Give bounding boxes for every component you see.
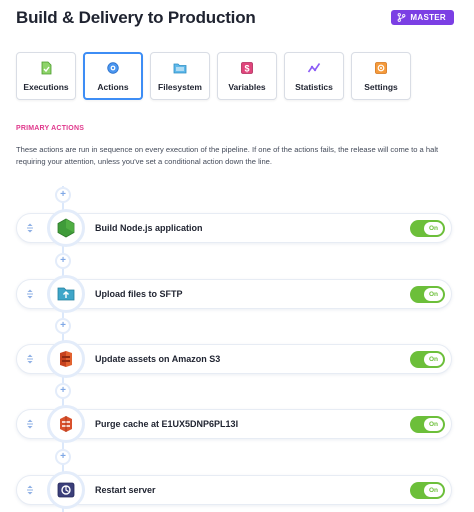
toggle-label: On <box>424 353 443 366</box>
action-toggle[interactable]: On <box>410 351 445 368</box>
tab-label: Actions <box>97 82 129 92</box>
action-name: Build Node.js application <box>95 223 203 233</box>
executions-icon <box>41 61 52 75</box>
tab-filesystem[interactable]: Filesystem <box>150 52 210 100</box>
tab-executions[interactable]: Executions <box>16 52 76 100</box>
action-name: Update assets on Amazon S3 <box>95 354 221 364</box>
tab-label: Variables <box>228 82 266 92</box>
page-title: Build & Delivery to Production <box>16 8 256 27</box>
toggle-label: On <box>424 222 443 235</box>
tab-label: Settings <box>364 82 398 92</box>
drag-handle-icon[interactable] <box>25 485 35 495</box>
plus-icon: + <box>60 189 66 200</box>
sftp-icon <box>57 287 75 301</box>
svg-text:$: $ <box>244 64 249 74</box>
action-toggle[interactable]: On <box>410 416 445 433</box>
branch-icon <box>398 13 406 22</box>
section-description: These actions are run in sequence on eve… <box>16 145 439 166</box>
action-row[interactable]: Purge cache at E1UX5DNP6PL13I On <box>16 405 452 443</box>
tab-statistics[interactable]: Statistics <box>284 52 344 100</box>
add-action-button[interactable]: + <box>55 318 71 334</box>
plus-icon: + <box>60 385 66 396</box>
drag-handle-icon[interactable] <box>25 223 35 233</box>
drag-handle-icon[interactable] <box>25 419 35 429</box>
add-action-button[interactable]: + <box>55 187 71 203</box>
add-action-button[interactable]: + <box>55 253 71 269</box>
action-icon-ring <box>47 209 85 247</box>
plus-icon: + <box>60 320 66 331</box>
action-name: Upload files to SFTP <box>95 289 183 299</box>
plus-icon: + <box>60 255 66 266</box>
section-label: PRIMARY ACTIONS <box>16 125 85 132</box>
tab-settings[interactable]: Settings <box>351 52 411 100</box>
drag-handle-icon[interactable] <box>25 354 35 364</box>
toggle-label: On <box>424 288 443 301</box>
add-action-button[interactable]: + <box>55 383 71 399</box>
drag-handle-icon[interactable] <box>25 289 35 299</box>
plus-icon: + <box>60 451 66 462</box>
action-name: Purge cache at E1UX5DNP6PL13I <box>95 419 239 429</box>
action-icon-ring <box>47 471 85 509</box>
variables-icon: $ <box>241 62 253 74</box>
action-row[interactable]: Update assets on Amazon S3 On <box>16 340 452 378</box>
tab-actions[interactable]: Actions <box>83 52 143 100</box>
action-name: Restart server <box>95 485 156 495</box>
tab-variables[interactable]: $ Variables <box>217 52 277 100</box>
actions-gear-icon <box>107 62 119 74</box>
amazon-s3-icon <box>60 351 72 367</box>
action-icon-ring <box>47 275 85 313</box>
nodejs-icon <box>57 218 75 238</box>
filesystem-icon <box>173 63 187 74</box>
action-row[interactable]: Build Node.js application On <box>16 209 452 247</box>
tab-label: Filesystem <box>158 82 202 92</box>
statistics-icon <box>307 63 321 73</box>
tab-label: Executions <box>23 82 69 92</box>
action-toggle[interactable]: On <box>410 220 445 237</box>
action-row[interactable]: Restart server On <box>16 471 452 509</box>
cloudfront-icon <box>60 416 72 432</box>
action-icon-ring <box>47 340 85 378</box>
add-action-button[interactable]: + <box>55 449 71 465</box>
action-toggle[interactable]: On <box>410 482 445 499</box>
branch-badge[interactable]: MASTER <box>391 10 454 25</box>
tab-label: Statistics <box>295 82 333 92</box>
pipeline-tabs: Executions Actions Filesystem $ Variable… <box>16 52 411 100</box>
action-row[interactable]: Upload files to SFTP On <box>16 275 452 313</box>
action-icon-ring <box>47 405 85 443</box>
branch-badge-label: MASTER <box>410 13 446 22</box>
toggle-label: On <box>424 418 443 431</box>
toggle-label: On <box>424 484 443 497</box>
action-toggle[interactable]: On <box>410 286 445 303</box>
settings-icon <box>375 62 387 74</box>
server-icon <box>57 482 75 498</box>
